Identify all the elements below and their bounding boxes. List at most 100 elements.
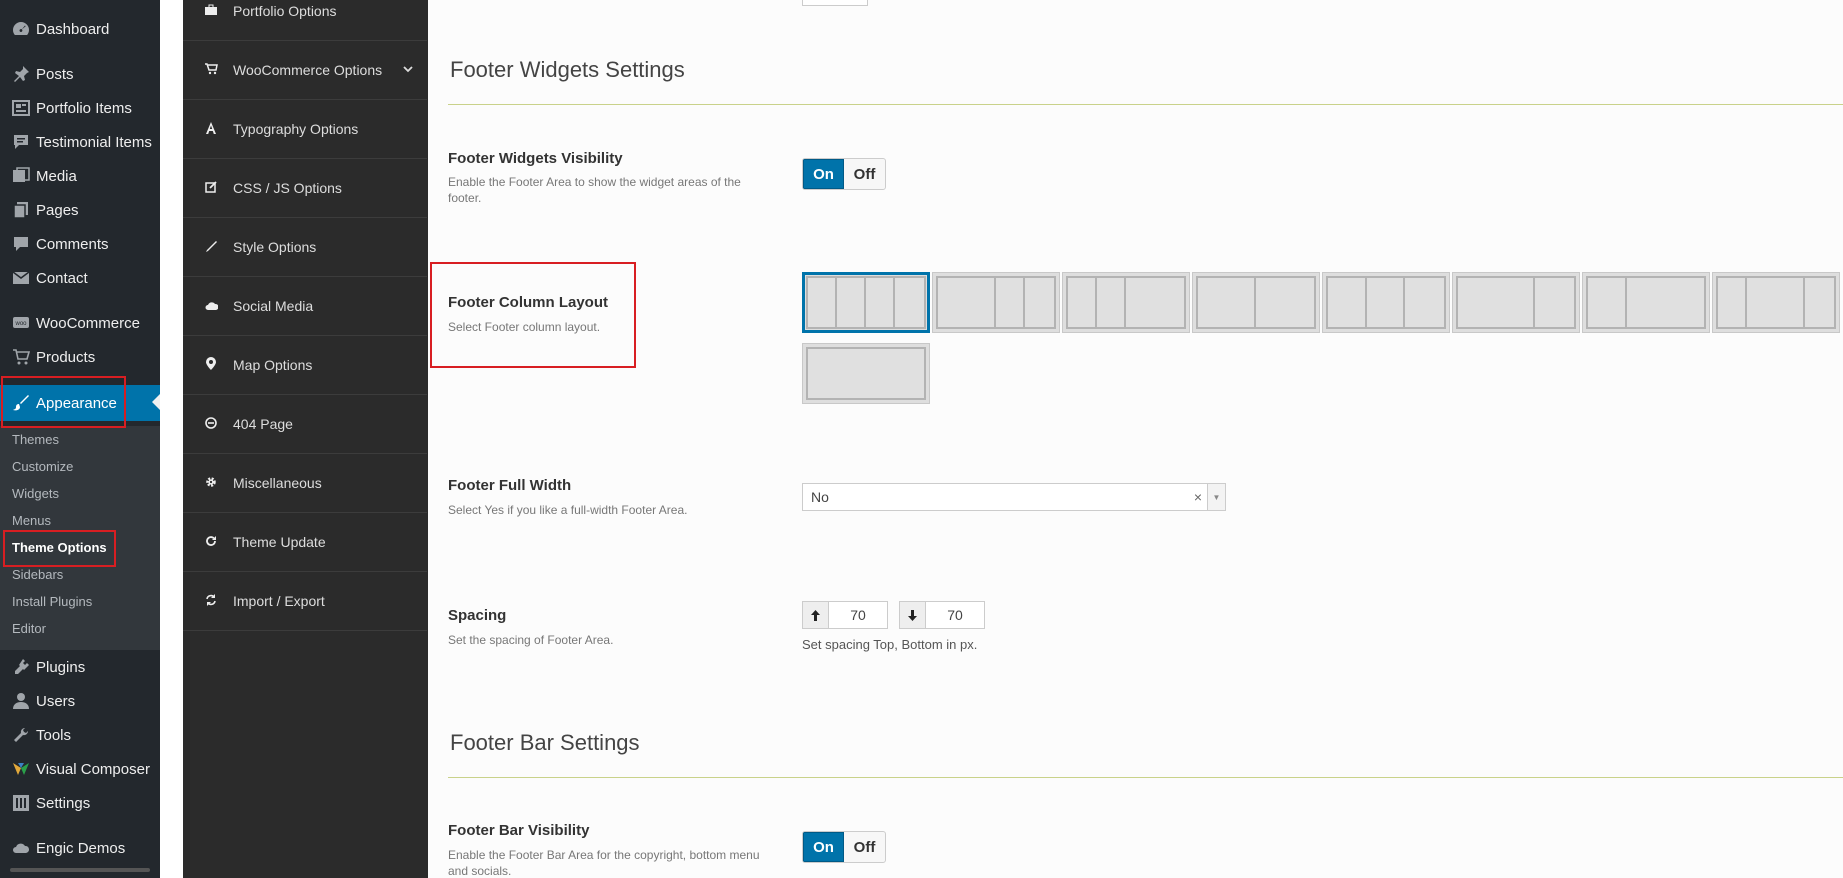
submenu-menus[interactable]: Menus [12, 513, 51, 528]
menu-item-portfolio-items[interactable]: Portfolio Items [0, 91, 160, 125]
section-title-footer-bar: Footer Bar Settings [450, 730, 640, 755]
nav-label: Miscellaneous [233, 475, 322, 491]
nav-style-options[interactable]: Style Options [183, 218, 427, 277]
nav-map-options[interactable]: Map Options [183, 336, 427, 395]
menu-label: Appearance [36, 394, 117, 412]
nav-woocommerce-options[interactable]: WooCommerce Options [183, 41, 427, 100]
nav-theme-update[interactable]: Theme Update [183, 513, 427, 572]
layout-option-third-two-thirds[interactable] [1582, 272, 1710, 333]
nav-label: CSS / JS Options [233, 180, 342, 196]
submenu-customize[interactable]: Customize [12, 459, 73, 474]
dropdown-arrow-icon[interactable]: ▼ [1207, 484, 1225, 510]
submenu-sidebars[interactable]: Sidebars [12, 567, 63, 582]
nav-label: Style Options [233, 239, 317, 255]
gear-icon [201, 476, 221, 491]
menu-item-media[interactable]: Media [0, 159, 160, 193]
toggle-on-button[interactable]: On [803, 159, 844, 189]
nav-portfolio-options[interactable]: Portfolio Options [183, 0, 427, 41]
menu-item-plugins[interactable]: Plugins [0, 650, 160, 684]
toggle-on-button[interactable]: On [803, 832, 844, 862]
field-title-footer-widgets-visibility: Footer Widgets Visibility [448, 150, 623, 167]
footer-full-width-select[interactable]: No × ▼ [802, 483, 1226, 511]
spacing-top-input[interactable]: 70 [802, 601, 888, 629]
menu-item-pages[interactable]: Pages [0, 193, 160, 227]
menu-item-contact[interactable]: Contact [0, 261, 160, 295]
menu-item-users[interactable]: Users [0, 684, 160, 718]
testimonial-icon [8, 132, 34, 152]
chevron-down-icon[interactable] [403, 64, 413, 76]
vc-icon [8, 759, 34, 779]
toggle-off-button[interactable]: Off [844, 832, 885, 862]
layout-option-half-quarter-quarter[interactable] [932, 272, 1060, 333]
layout-option-3-equal[interactable] [1322, 272, 1450, 333]
menu-item-tools[interactable]: Tools [0, 718, 160, 752]
footer-widgets-visibility-toggle[interactable]: On Off [802, 158, 886, 190]
clear-icon[interactable]: × [1189, 489, 1207, 505]
menu-label: Contact [36, 269, 88, 287]
spacing-top-value[interactable]: 70 [829, 602, 887, 628]
field-desc-spacing: Set the spacing of Footer Area. [448, 633, 614, 647]
layout-option-2-equal[interactable] [1192, 272, 1320, 333]
sync-icon [201, 593, 221, 609]
edit-icon [201, 180, 221, 196]
nav-label: Theme Update [233, 534, 326, 550]
refresh-icon [201, 535, 221, 550]
nav-404-page[interactable]: 404 Page [183, 395, 427, 454]
font-icon [201, 121, 221, 137]
submenu-install-plugins[interactable]: Install Plugins [12, 594, 92, 609]
select-value: No [811, 489, 829, 505]
spacing-bottom-input[interactable]: 70 [899, 601, 985, 629]
menu-label: Portfolio Items [36, 99, 132, 117]
field-desc-footer-full-width: Select Yes if you like a full-width Foot… [448, 503, 688, 517]
cloud-icon [8, 838, 34, 858]
arrow-up-icon [803, 602, 829, 628]
nav-miscellaneous[interactable]: Miscellaneous [183, 454, 427, 513]
layout-option-1-full[interactable] [802, 343, 930, 404]
field-desc-footer-bar-visibility: Enable the Footer Bar Area for the copyr… [448, 848, 760, 878]
briefcase-icon [201, 4, 221, 19]
nav-typography-options[interactable]: Typography Options [183, 100, 427, 159]
menu-item-testimonial-items[interactable]: Testimonial Items [0, 125, 160, 159]
menu-item-visual-composer[interactable]: Visual Composer [0, 752, 160, 786]
field-title-footer-bar-visibility: Footer Bar Visibility [448, 822, 590, 839]
menu-label: Posts [36, 65, 74, 83]
menu-item-dashboard[interactable]: Dashboard [0, 12, 160, 46]
submenu-widgets[interactable]: Widgets [12, 486, 59, 501]
options-content: Footer Widgets Settings Footer Widgets V… [427, 0, 1843, 878]
layout-option-4-equal[interactable] [802, 272, 930, 333]
submenu-theme-options[interactable]: Theme Options [12, 540, 107, 555]
arrow-down-icon [900, 602, 926, 628]
portfolio-icon [8, 98, 34, 118]
menu-item-woocommerce[interactable]: woo WooCommerce [0, 306, 160, 340]
nav-label: Social Media [233, 298, 314, 314]
layout-option-quarter-half-quarter[interactable] [1712, 272, 1840, 333]
menu-label: Settings [36, 794, 91, 812]
menu-item-posts[interactable]: Posts [0, 57, 160, 91]
plug-icon [8, 657, 34, 677]
dashboard-icon [8, 19, 34, 39]
submenu-editor[interactable]: Editor [12, 621, 46, 636]
nav-import-export[interactable]: Import / Export [183, 572, 427, 631]
wrench-icon [8, 725, 34, 745]
layout-option-quarter-quarter-half[interactable] [1062, 272, 1190, 333]
menu-item-comments[interactable]: Comments [0, 227, 160, 261]
menu-item-products[interactable]: Products [0, 340, 160, 374]
spacing-hint: Set spacing Top, Bottom in px. [802, 637, 978, 652]
submenu-themes[interactable]: Themes [12, 432, 59, 447]
nav-social-media[interactable]: Social Media [183, 277, 427, 336]
settings-icon [8, 793, 34, 813]
footer-bar-visibility-toggle[interactable]: On Off [802, 831, 886, 863]
nav-label: 404 Page [233, 416, 293, 432]
nav-css-js-options[interactable]: CSS / JS Options [183, 159, 427, 218]
menu-item-engic-demos[interactable]: Engic Demos [0, 831, 160, 865]
menu-label: WooCommerce [36, 314, 140, 332]
menu-item-settings[interactable]: Settings [0, 786, 160, 820]
toggle-off-button[interactable]: Off [844, 159, 885, 189]
menu-item-appearance[interactable]: Appearance [0, 385, 160, 421]
cart-icon [8, 347, 34, 367]
woo-icon: woo [8, 313, 34, 333]
spacing-bottom-value[interactable]: 70 [926, 602, 984, 628]
field-title-spacing: Spacing [448, 607, 507, 624]
layout-option-two-thirds-third[interactable] [1452, 272, 1580, 333]
brush-icon [8, 393, 34, 413]
